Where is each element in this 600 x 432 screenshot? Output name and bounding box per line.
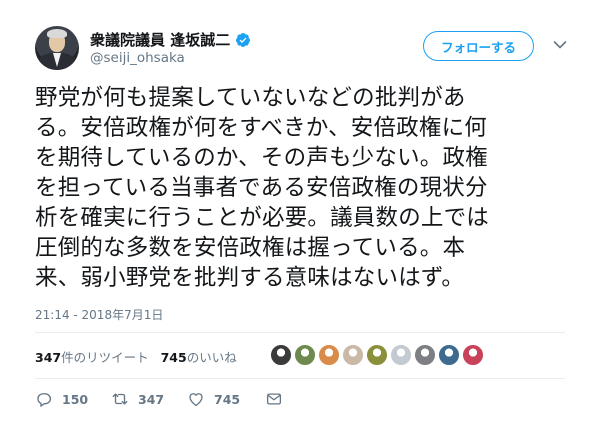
author-handle[interactable]: @seiji_ohsaka: [90, 50, 185, 66]
envelope-icon: [266, 393, 282, 405]
retweets-label: 件のリツイート: [61, 350, 149, 365]
tweet-card: 衆議院議員 逢坂誠二 @seiji_ohsaka フォローする 野党が何も提案し…: [0, 0, 600, 432]
liker-avatar-4[interactable]: [342, 344, 364, 366]
like-count: 745: [214, 391, 241, 407]
liker-avatar-3[interactable]: [318, 344, 340, 366]
tweet-text-line: る。安倍政権が何をすべきか、安倍政権に何: [35, 115, 487, 141]
retweet-icon: [112, 393, 128, 405]
liker-avatar-1[interactable]: [270, 344, 292, 366]
like-button[interactable]: 745: [187, 390, 240, 408]
tweet-text-line: を期待しているのか、その声も少ない。政権: [35, 145, 488, 171]
liker-avatar-2[interactable]: [294, 344, 316, 366]
reply-count: 150: [62, 391, 89, 407]
author-name-row[interactable]: 衆議院議員 逢坂誠二: [90, 29, 251, 50]
tweet-text-line: 野党が何も提案していないなどの批判があ: [35, 85, 466, 111]
tweet-timestamp[interactable]: 21:14 - 2018年7月1日: [35, 306, 163, 323]
tweet-text-line: 圧倒的な多数を安倍政権は握っている。本: [35, 235, 466, 261]
retweets-stat[interactable]: 347件のリツイート: [35, 347, 149, 366]
chevron-down-icon[interactable]: [553, 40, 567, 50]
tweet-text-line: を担っている当事者である安倍政権の現状分: [35, 175, 488, 201]
likes-label: のいいね: [186, 350, 237, 365]
liker-avatar-5[interactable]: [366, 344, 388, 366]
follow-button[interactable]: フォローする: [423, 31, 534, 61]
tweet-actions: 150 347 745: [35, 390, 295, 410]
divider: [35, 378, 565, 379]
likes-count: 745: [160, 350, 187, 365]
retweet-count: 347: [138, 391, 165, 407]
liker-avatar-9[interactable]: [462, 344, 484, 366]
tweet-text-line: 来、弱小野党を批判する意味はないはず。: [35, 265, 465, 291]
heart-icon: [189, 393, 203, 407]
retweets-count: 347: [35, 350, 62, 365]
reply-icon: [37, 393, 52, 407]
tweet-stats: 347件のリツイート 745のいいね: [35, 347, 237, 366]
liker-avatars: [270, 344, 484, 366]
liker-avatar-8[interactable]: [438, 344, 460, 366]
verified-badge-icon: [236, 32, 251, 47]
direct-message-button[interactable]: [265, 390, 283, 408]
tweet-text: 野党が何も提案していないなどの批判があ る。安倍政権が何をすべきか、安倍政権に何を…: [35, 83, 565, 293]
retweet-button[interactable]: 347: [111, 390, 164, 408]
reply-button[interactable]: 150: [35, 390, 88, 408]
likes-stat[interactable]: 745のいいね: [161, 347, 237, 366]
liker-avatar-6[interactable]: [390, 344, 412, 366]
profile-avatar[interactable]: [35, 26, 79, 70]
avatar-hair: [47, 29, 67, 38]
liker-avatar-7[interactable]: [414, 344, 436, 366]
display-name[interactable]: 衆議院議員 逢坂誠二: [90, 29, 230, 50]
divider: [35, 332, 565, 333]
tweet-text-line: 析を確実に行うことが必要。議員数の上では: [35, 205, 490, 231]
